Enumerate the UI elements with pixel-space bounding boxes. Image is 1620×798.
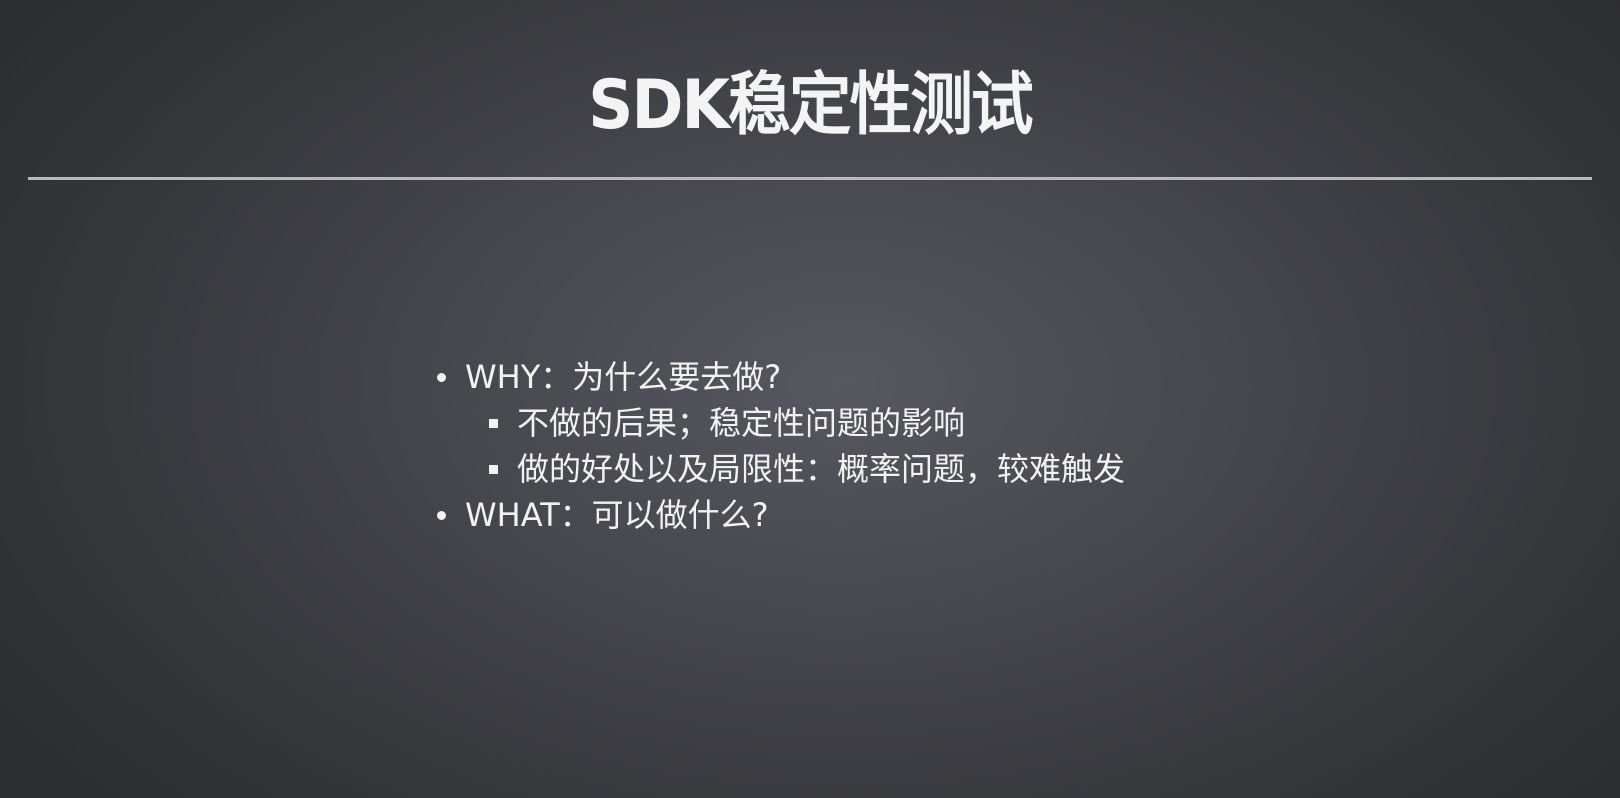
bullet-item-what: WHAT：可以做什么? [433,492,1333,538]
bullet-dot-icon [437,373,446,382]
slide: SDK稳定性测试 WHY：为什么要去做? 不做的后果；稳定性问题的影响 做的好处… [0,0,1620,798]
title-divider [28,177,1592,180]
bullet-list: WHY：为什么要去做? 不做的后果；稳定性问题的影响 做的好处以及局限性：概率问… [433,354,1333,538]
sub-bullet-list: 不做的后果；稳定性问题的影响 做的好处以及局限性：概率问题，较难触发 [465,400,1333,492]
sub-bullet-item: 做的好处以及局限性：概率问题，较难触发 [433,446,1333,492]
bullet-dot-icon [437,511,446,520]
bullet-square-icon [489,419,498,428]
sub-bullet-item: 不做的后果；稳定性问题的影响 [433,400,1333,446]
slide-title: SDK稳定性测试 [588,66,1033,145]
sub-bullet-text: 做的好处以及局限性：概率问题，较难触发 [517,450,1126,488]
bullet-text: WHY：为什么要去做? [465,358,782,396]
bullet-text: WHAT：可以做什么? [465,496,769,534]
bullet-item-why: WHY：为什么要去做? 不做的后果；稳定性问题的影响 做的好处以及局限性：概率问… [433,354,1333,492]
bullet-square-icon [489,465,498,474]
sub-bullet-text: 不做的后果；稳定性问题的影响 [517,404,966,442]
slide-content: WHY：为什么要去做? 不做的后果；稳定性问题的影响 做的好处以及局限性：概率问… [433,354,1333,538]
